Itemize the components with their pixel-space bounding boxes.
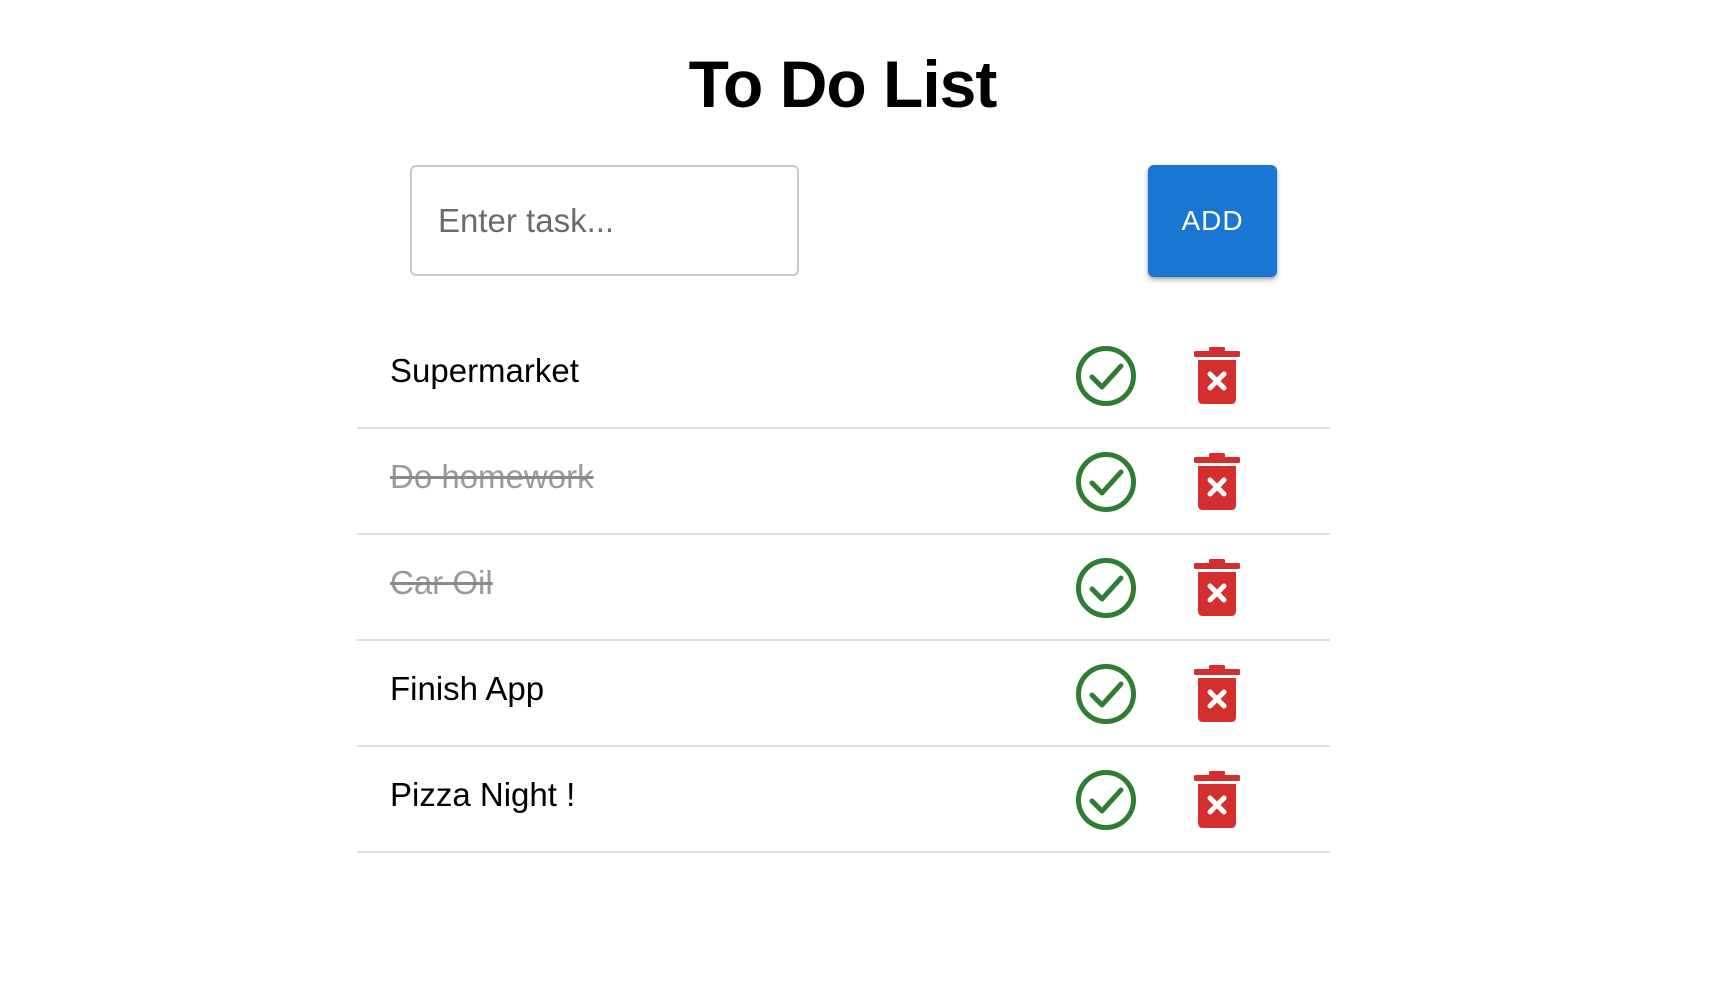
check-circle-icon — [1076, 346, 1136, 406]
trash-x-icon — [1194, 665, 1240, 722]
task-text[interactable]: Car Oil — [390, 563, 493, 603]
trash-x-icon — [1194, 347, 1240, 404]
trash-x-icon — [1194, 771, 1240, 828]
complete-button[interactable] — [1075, 557, 1137, 619]
task-item: Supermarket — [357, 323, 1330, 429]
task-input[interactable] — [410, 165, 799, 276]
delete-button[interactable] — [1192, 665, 1242, 723]
check-circle-icon — [1076, 770, 1136, 830]
page-title: To Do List — [688, 47, 998, 121]
task-text[interactable]: Finish App — [390, 669, 544, 709]
trash-x-icon — [1194, 559, 1240, 616]
task-text[interactable]: Do homework — [390, 457, 594, 497]
check-circle-icon — [1076, 452, 1136, 512]
complete-button[interactable] — [1075, 451, 1137, 513]
delete-button[interactable] — [1192, 771, 1242, 829]
task-item: Finish App — [357, 641, 1330, 747]
complete-button[interactable] — [1075, 769, 1137, 831]
delete-button[interactable] — [1192, 453, 1242, 511]
delete-button[interactable] — [1192, 347, 1242, 405]
task-item: Do homework — [357, 429, 1330, 535]
task-list: Supermarket Do homework Car Oil Finish A… — [357, 323, 1330, 853]
task-item: Pizza Night ! — [357, 747, 1330, 853]
task-text[interactable]: Pizza Night ! — [390, 775, 575, 815]
complete-button[interactable] — [1075, 345, 1137, 407]
check-circle-icon — [1076, 664, 1136, 724]
delete-button[interactable] — [1192, 559, 1242, 617]
complete-button[interactable] — [1075, 663, 1137, 725]
task-text[interactable]: Supermarket — [390, 351, 579, 391]
todo-app: To Do List ADD Supermarket — [0, 0, 1718, 1006]
trash-x-icon — [1194, 453, 1240, 510]
task-item: Car Oil — [357, 535, 1330, 641]
add-button[interactable]: ADD — [1148, 165, 1277, 277]
check-circle-icon — [1076, 558, 1136, 618]
